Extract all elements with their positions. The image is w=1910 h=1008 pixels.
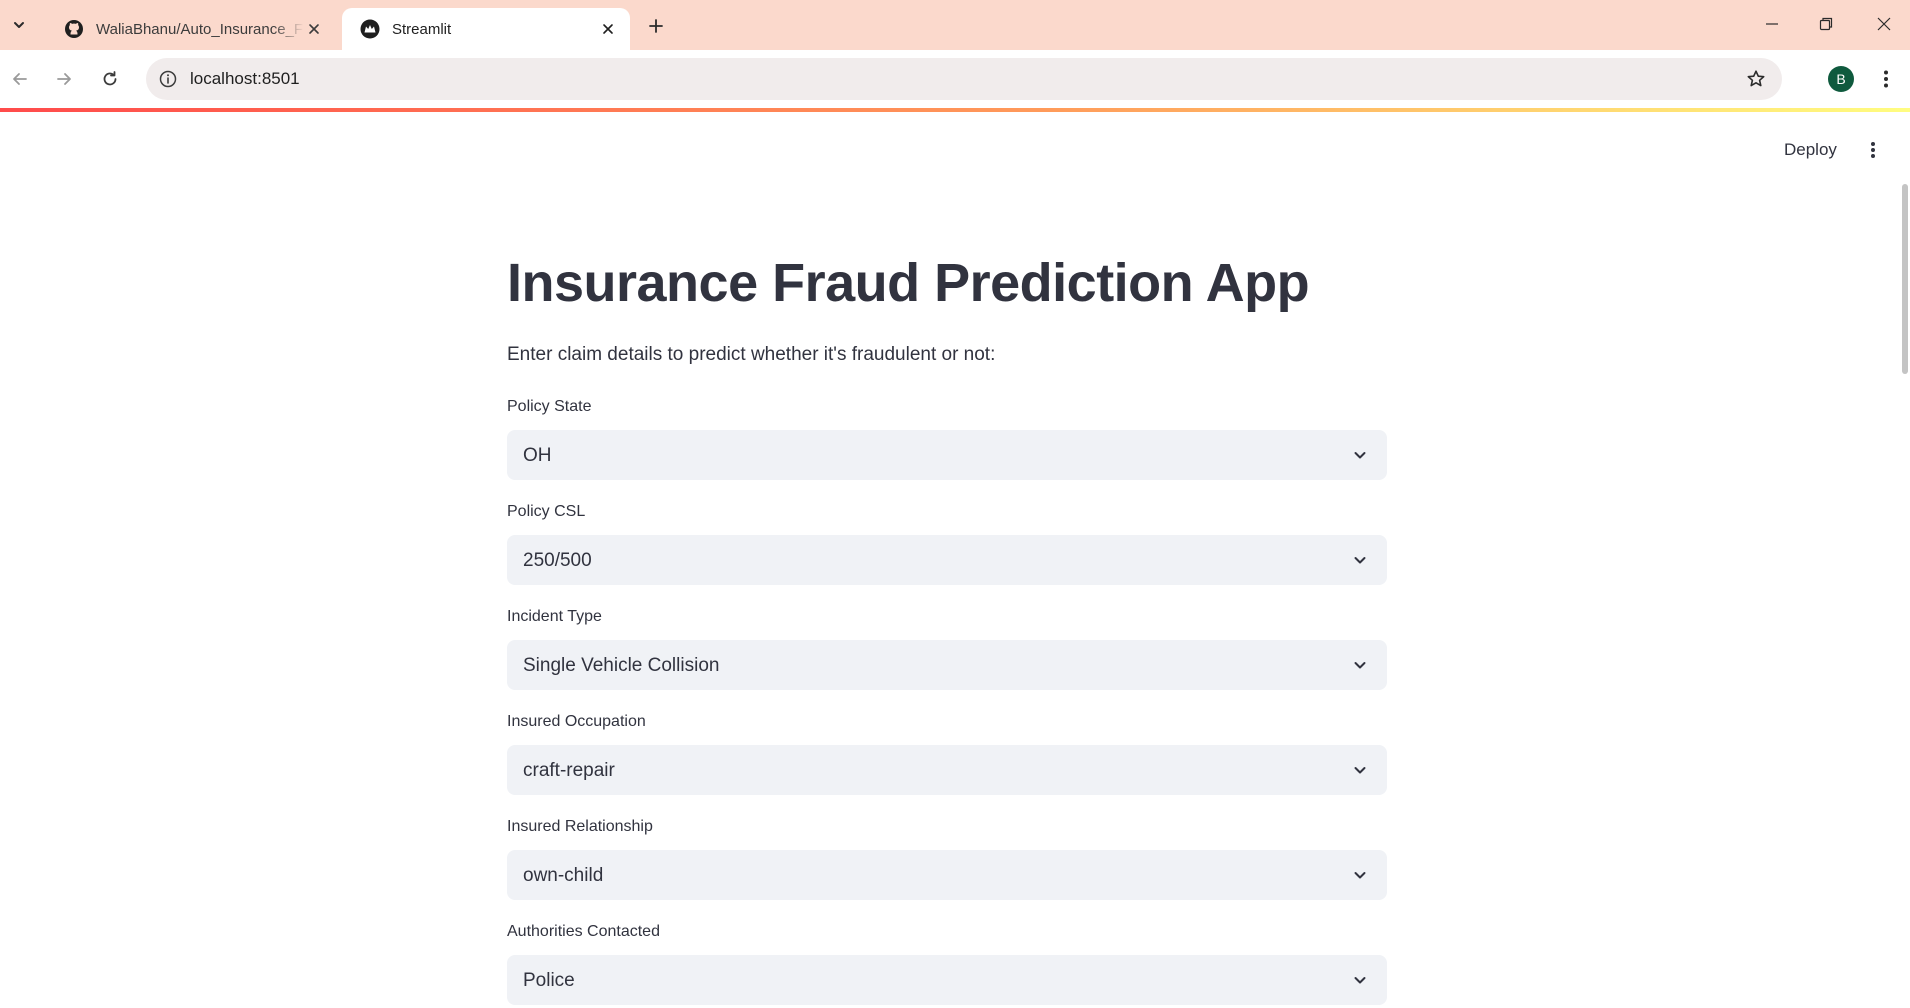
more-vertical-icon — [1884, 70, 1888, 88]
field-insured-occupation: Insured Occupation craft-repair — [507, 711, 1387, 795]
page-title: Insurance Fraud Prediction App — [507, 253, 1310, 313]
field-incident-type: Incident Type Single Vehicle Collision — [507, 606, 1387, 690]
address-bar[interactable]: localhost:8501 — [146, 58, 1782, 100]
field-authorities-contacted: Authorities Contacted Police — [507, 921, 1387, 1005]
profile-avatar[interactable]: B — [1828, 66, 1854, 92]
chevron-down-icon — [1349, 969, 1371, 991]
close-icon — [1877, 17, 1891, 31]
arrow-left-icon — [13, 73, 27, 85]
browser-menu-button[interactable] — [1872, 64, 1900, 94]
app-menu-button[interactable] — [1860, 134, 1886, 166]
select-value: OH — [523, 445, 552, 466]
chevron-down-icon — [1349, 654, 1371, 676]
reload-button[interactable] — [94, 63, 126, 95]
tab-streamlit[interactable]: Streamlit — [342, 8, 630, 50]
chevron-down-icon — [1349, 864, 1371, 886]
streamlit-app: Deploy Insurance Fraud Prediction App En… — [0, 112, 1910, 1008]
field-policy-csl: Policy CSL 250/500 — [507, 501, 1387, 585]
policy-state-select[interactable]: OH — [507, 430, 1387, 480]
insured-relationship-select[interactable]: own-child — [507, 850, 1387, 900]
field-policy-state: Policy State OH — [507, 396, 1387, 480]
chevron-down-icon — [1349, 549, 1371, 571]
reload-icon — [103, 71, 117, 86]
deploy-button[interactable]: Deploy — [1778, 134, 1843, 166]
field-label: Policy CSL — [507, 503, 586, 520]
field-label: Incident Type — [507, 608, 602, 625]
tab-strip: WaliaBhanu/Auto_Insurance_Fra Streamlit — [0, 0, 1910, 50]
close-window-button[interactable] — [1864, 8, 1904, 40]
chevron-down-icon — [1349, 759, 1371, 781]
select-value: 250/500 — [523, 550, 592, 571]
policy-csl-select[interactable]: 250/500 — [507, 535, 1387, 585]
field-label: Insured Occupation — [507, 713, 646, 730]
close-tab-icon[interactable] — [304, 19, 324, 39]
select-value: craft-repair — [523, 760, 615, 781]
restore-button[interactable] — [1806, 8, 1846, 40]
insured-occupation-select[interactable]: craft-repair — [507, 745, 1387, 795]
field-insured-relationship: Insured Relationship own-child — [507, 816, 1387, 900]
close-tab-icon[interactable] — [598, 19, 618, 39]
scrollbar-thumb[interactable] — [1902, 184, 1908, 374]
tab-github[interactable]: WaliaBhanu/Auto_Insurance_Fra — [46, 8, 336, 50]
incident-type-select[interactable]: Single Vehicle Collision — [507, 640, 1387, 690]
info-icon[interactable] — [156, 67, 180, 91]
authorities-contacted-select[interactable]: Police — [507, 955, 1387, 1005]
plus-icon — [649, 19, 663, 33]
tab-search-button[interactable] — [4, 10, 34, 40]
bookmark-star-icon[interactable] — [1744, 67, 1768, 91]
browser-toolbar: localhost:8501 B — [0, 50, 1910, 108]
restore-icon — [1819, 17, 1833, 31]
forward-button[interactable] — [48, 63, 80, 95]
chevron-down-icon — [1349, 444, 1371, 466]
streamlit-icon — [360, 19, 380, 39]
url-text[interactable]: localhost:8501 — [190, 69, 300, 89]
chevron-down-icon — [14, 22, 24, 28]
tab-title: Streamlit — [392, 20, 452, 38]
field-label: Authorities Contacted — [507, 923, 660, 940]
minimize-icon — [1766, 23, 1778, 25]
field-label: Insured Relationship — [507, 818, 653, 835]
github-icon — [64, 19, 84, 39]
page-subtitle: Enter claim details to predict whether i… — [507, 344, 996, 365]
more-vertical-icon — [1871, 142, 1875, 158]
select-value: Police — [523, 970, 575, 991]
arrow-right-icon — [57, 73, 71, 85]
minimize-button[interactable] — [1752, 8, 1792, 40]
select-value: own-child — [523, 865, 604, 886]
field-label: Policy State — [507, 398, 592, 415]
select-value: Single Vehicle Collision — [523, 655, 720, 676]
tab-title: WaliaBhanu/Auto_Insurance_Fra — [96, 20, 304, 38]
new-tab-button[interactable] — [642, 12, 670, 40]
back-button[interactable] — [4, 63, 36, 95]
